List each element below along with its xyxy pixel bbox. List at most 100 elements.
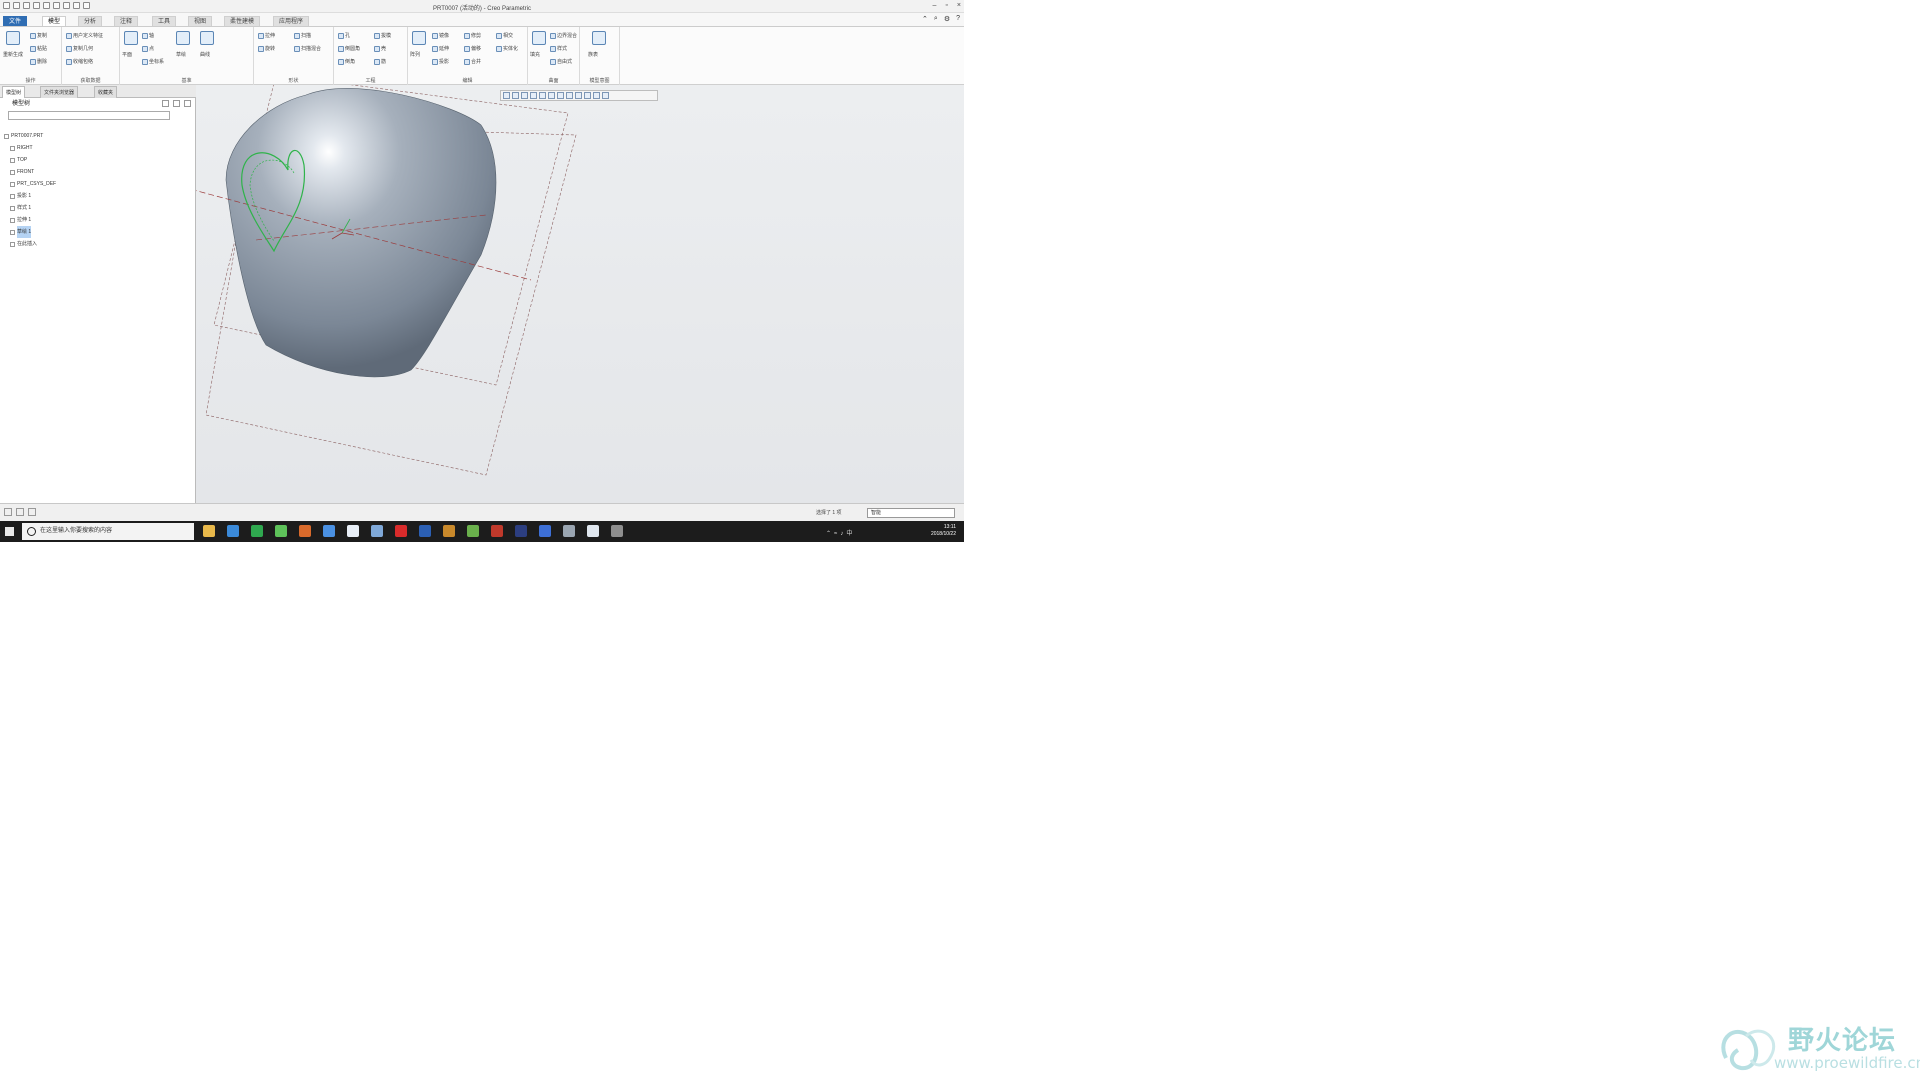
hole-button[interactable]: 孔 <box>338 32 350 39</box>
app-icon[interactable] <box>323 525 335 537</box>
freestyle-button[interactable]: 自由式 <box>550 58 572 65</box>
spreadsheet-app-icon[interactable] <box>251 525 263 537</box>
tab-model[interactable]: 模型 <box>42 16 67 26</box>
pattern-icon[interactable] <box>412 31 426 45</box>
tab-model-tree[interactable]: 模型树 <box>2 86 26 98</box>
draft-button[interactable]: 拔模 <box>374 32 391 39</box>
tab-view[interactable]: 视图 <box>188 16 213 26</box>
tab-file[interactable]: 文件 <box>3 16 28 26</box>
tab-analysis[interactable]: 分析 <box>78 16 103 26</box>
photoshop-icon[interactable] <box>419 525 431 537</box>
search-icon[interactable]: ⌕ <box>934 15 938 23</box>
browser-icon[interactable] <box>227 525 239 537</box>
tree-node[interactable]: 草绘 1 <box>4 226 194 238</box>
ime-indicator[interactable]: 中 <box>846 531 855 537</box>
help-icon[interactable]: ? <box>956 15 960 23</box>
delete-button[interactable]: 删除 <box>30 58 47 65</box>
app-icon[interactable] <box>491 525 503 537</box>
graphics-viewport[interactable] <box>196 85 964 503</box>
swept-blend-button[interactable]: 扫描混合 <box>294 45 321 52</box>
app-icon[interactable] <box>299 525 311 537</box>
settings-icon[interactable]: ⚙ <box>944 15 950 23</box>
revolve-button[interactable]: 旋转 <box>258 45 275 52</box>
family-table-icon[interactable] <box>592 31 606 45</box>
selection-filter-dropdown[interactable]: 智能 <box>867 508 955 518</box>
app-icon[interactable] <box>347 525 359 537</box>
shell-button[interactable]: 壳 <box>374 45 386 52</box>
shrinkwrap-button[interactable]: 收缩包络 <box>66 58 93 65</box>
creo-app-icon[interactable] <box>371 525 383 537</box>
csys-button[interactable]: 坐标系 <box>142 58 164 65</box>
tab-applications[interactable]: 应用程序 <box>273 16 310 26</box>
taskbar-clock[interactable]: 13:11 2018/10/22 <box>931 524 956 538</box>
app-icon[interactable] <box>611 525 623 537</box>
extrude-button[interactable]: 拉伸 <box>258 32 275 39</box>
tree-filter-icon[interactable] <box>184 100 191 107</box>
udf-button[interactable]: 用户定义特征 <box>66 32 103 39</box>
maximize-button[interactable]: ▫ <box>945 2 947 9</box>
file-explorer-icon[interactable] <box>203 525 215 537</box>
tree-node-icon <box>10 193 15 199</box>
app-icon[interactable] <box>563 525 575 537</box>
copy-geometry-button[interactable]: 复制几何 <box>66 45 93 52</box>
tree-node[interactable]: 投影 1 <box>4 190 194 202</box>
sweep-button[interactable]: 扫描 <box>294 32 311 39</box>
image-viewer-icon[interactable] <box>587 525 599 537</box>
point-button[interactable]: 点 <box>142 45 154 52</box>
tree-columns-icon[interactable] <box>173 100 180 107</box>
tree-node[interactable]: FRONT <box>4 166 194 178</box>
project-button[interactable]: 投影 <box>432 58 449 65</box>
fill-icon[interactable] <box>532 31 546 45</box>
app-icon[interactable] <box>443 525 455 537</box>
rib-button[interactable]: 筋 <box>374 58 386 65</box>
app-icon[interactable] <box>539 525 551 537</box>
freestyle-icon <box>550 58 556 65</box>
minimize-button[interactable]: – <box>933 2 937 9</box>
tree-node[interactable]: PRT_CSYS_DEF <box>4 178 194 190</box>
app-icon[interactable] <box>515 525 527 537</box>
sketch-icon[interactable] <box>176 31 190 45</box>
tree-node[interactable]: RIGHT <box>4 142 194 154</box>
merge-button[interactable]: 合并 <box>464 58 481 65</box>
tab-annotate[interactable]: 注释 <box>114 16 139 26</box>
paste-button[interactable]: 粘贴 <box>30 45 47 52</box>
tree-node[interactable]: 在此插入 <box>4 238 194 250</box>
tree-node[interactable]: TOP <box>4 154 194 166</box>
wechat-icon[interactable] <box>275 525 287 537</box>
style-button[interactable]: 样式 <box>550 45 567 52</box>
mirror-button[interactable]: 镜像 <box>432 32 449 39</box>
chamfer-button[interactable]: 倒角 <box>338 58 355 65</box>
solidify-button[interactable]: 实体化 <box>496 45 518 52</box>
boundary-blend-button[interactable]: 边界混合 <box>550 32 577 39</box>
tab-flexible-modeling[interactable]: 柔性建模 <box>224 16 261 26</box>
regenerate-icon[interactable] <box>6 31 20 45</box>
taskbar-search-box[interactable]: 在这里输入你要搜索的内容 <box>22 523 194 540</box>
tab-tools[interactable]: 工具 <box>152 16 177 26</box>
windows-start-icon[interactable] <box>5 527 14 536</box>
curve-icon[interactable] <box>200 31 214 45</box>
tree-node[interactable]: PRT0007.PRT <box>4 130 194 142</box>
offset-button[interactable]: 偏移 <box>464 45 481 52</box>
navigator-toggle-icon[interactable] <box>4 508 12 516</box>
tree-node[interactable]: 拉伸 1 <box>4 214 194 226</box>
browser-toggle-icon[interactable] <box>16 508 24 516</box>
autocad-icon[interactable] <box>395 525 407 537</box>
tray-up-arrow-icon[interactable]: ⌃ <box>826 531 834 537</box>
close-window-button[interactable]: × <box>957 2 961 9</box>
tree-node[interactable]: 样式 1 <box>4 202 194 214</box>
extend-button[interactable]: 延伸 <box>432 45 449 52</box>
app-icon[interactable] <box>467 525 479 537</box>
tree-settings-icon[interactable] <box>162 100 169 107</box>
round-button[interactable]: 倒圆角 <box>338 45 360 52</box>
tab-folder-browser[interactable]: 文件夹浏览器 <box>40 86 79 98</box>
plane-icon[interactable] <box>124 31 138 45</box>
trim-button[interactable]: 修剪 <box>464 32 481 39</box>
copy-button[interactable]: 复制 <box>30 32 47 39</box>
tab-favorites[interactable]: 收藏夹 <box>94 86 118 98</box>
model-tree-search-input[interactable] <box>8 111 170 120</box>
shaded-part-body[interactable] <box>225 88 497 378</box>
axis-button[interactable]: 轴 <box>142 32 154 39</box>
intersect-button[interactable]: 相交 <box>496 32 513 39</box>
fullscreen-icon[interactable] <box>28 508 36 516</box>
collapse-ribbon-icon[interactable]: ⌃ <box>922 15 928 23</box>
